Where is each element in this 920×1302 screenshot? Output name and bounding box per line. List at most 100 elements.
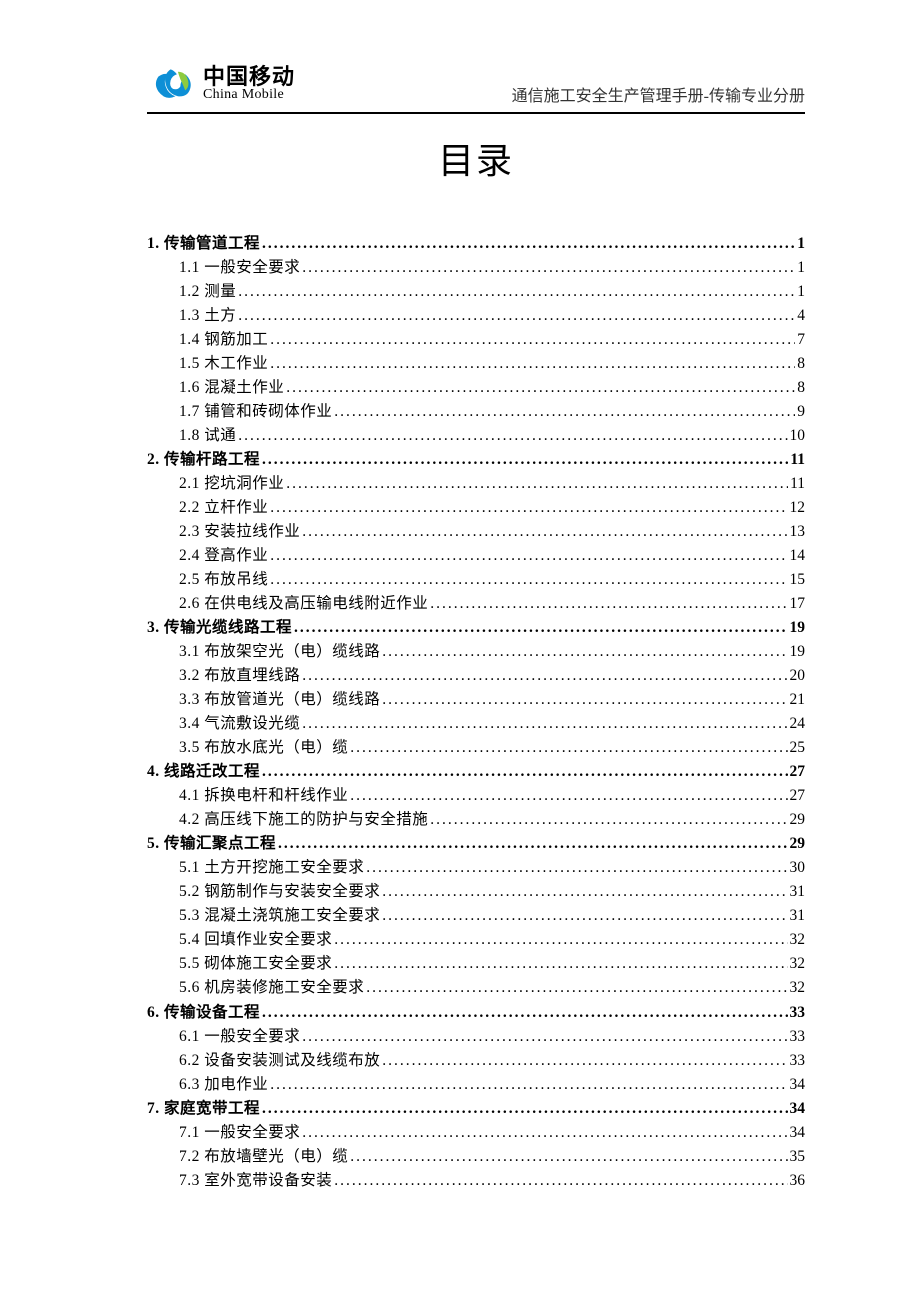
- toc-entry[interactable]: 5. 传输汇聚点工程 29: [147, 832, 805, 856]
- toc-page-number: 21: [790, 688, 806, 712]
- toc-entry[interactable]: 5.4 回填作业安全要求 32: [147, 928, 805, 952]
- toc-page-number: 32: [790, 928, 806, 952]
- toc-dots: [382, 688, 787, 712]
- toc-page-number: 19: [790, 640, 806, 664]
- toc-entry[interactable]: 2. 传输杆路工程 11: [147, 448, 805, 472]
- toc-page-number: 11: [790, 472, 805, 496]
- toc-dots: [302, 1121, 787, 1145]
- toc-label: 2.4 登高作业: [179, 544, 268, 568]
- toc-dots: [262, 1097, 787, 1121]
- toc-entry[interactable]: 3. 传输光缆线路工程 19: [147, 616, 805, 640]
- toc-dots: [238, 304, 795, 328]
- logo: 中国移动 China Mobile: [147, 62, 295, 106]
- toc-page-number: 34: [790, 1097, 806, 1121]
- toc-label: 3.2 布放直埋线路: [179, 664, 300, 688]
- toc-label: 5.5 砌体施工安全要求: [179, 952, 332, 976]
- toc-page-number: 20: [790, 664, 806, 688]
- toc-entry[interactable]: 2.4 登高作业14: [147, 544, 805, 568]
- toc-entry[interactable]: 1.8 试通10: [147, 424, 805, 448]
- toc-label: 5.4 回填作业安全要求: [179, 928, 332, 952]
- toc-dots: [270, 544, 787, 568]
- toc-dots: [262, 448, 788, 472]
- toc-label: 5. 传输汇聚点工程: [147, 832, 276, 856]
- toc-entry[interactable]: 7.3 室外宽带设备安装36: [147, 1169, 805, 1193]
- toc-entry[interactable]: 3.2 布放直埋线路 20: [147, 664, 805, 688]
- toc-entry[interactable]: 5.2 钢筋制作与安装安全要求 31: [147, 880, 805, 904]
- toc-entry[interactable]: 4.2 高压线下施工的防护与安全措施 29: [147, 808, 805, 832]
- toc-label: 1.3 土方: [179, 304, 236, 328]
- toc-entry[interactable]: 1.7 铺管和砖砌体作业9: [147, 400, 805, 424]
- toc-page-number: 33: [790, 1025, 806, 1049]
- toc-entry[interactable]: 1.2 测量1: [147, 280, 805, 304]
- toc-label: 4.1 拆换电杆和杆线作业: [179, 784, 348, 808]
- toc-entry[interactable]: 1.4 钢筋加工7: [147, 328, 805, 352]
- toc-entry[interactable]: 6.3 加电作业34: [147, 1073, 805, 1097]
- toc-label: 4.2 高压线下施工的防护与安全措施: [179, 808, 428, 832]
- toc-entry[interactable]: 1. 传输管道工程 1: [147, 232, 805, 256]
- toc-entry[interactable]: 2.6 在供电线及高压输电线附近作业17: [147, 592, 805, 616]
- toc-entry[interactable]: 5.6 机房装修施工安全要求32: [147, 976, 805, 1000]
- toc-label: 3.3 布放管道光（电）缆线路: [179, 688, 380, 712]
- toc-page-number: 1: [797, 280, 805, 304]
- toc-dots: [262, 232, 795, 256]
- toc-page-number: 29: [790, 808, 806, 832]
- toc-entry[interactable]: 4.1 拆换电杆和杆线作业 27: [147, 784, 805, 808]
- toc-entry[interactable]: 5.5 砌体施工安全要求32: [147, 952, 805, 976]
- toc-label: 3. 传输光缆线路工程: [147, 616, 292, 640]
- toc-entry[interactable]: 5.1 土方开挖施工安全要求30: [147, 856, 805, 880]
- toc-entry[interactable]: 5.3 混凝土浇筑施工安全要求31: [147, 904, 805, 928]
- toc-entry[interactable]: 2.5 布放吊线15: [147, 568, 805, 592]
- toc-entry[interactable]: 3.1 布放架空光（电）缆线路19: [147, 640, 805, 664]
- toc-label: 1. 传输管道工程: [147, 232, 260, 256]
- toc-dots: [382, 904, 787, 928]
- toc-label: 5.2 钢筋制作与安装安全要求: [179, 880, 380, 904]
- toc-entry[interactable]: 3.4 气流敷设光缆24: [147, 712, 805, 736]
- toc-label: 1.7 铺管和砖砌体作业: [179, 400, 332, 424]
- toc-dots: [278, 832, 787, 856]
- toc-label: 2.6 在供电线及高压输电线附近作业: [179, 592, 428, 616]
- toc-page-number: 8: [797, 352, 805, 376]
- toc-label: 2.1 挖坑洞作业: [179, 472, 284, 496]
- table-of-contents: 1. 传输管道工程 11.1 一般安全要求11.2 测量11.3 土方41.4 钢…: [147, 232, 805, 1193]
- toc-entry[interactable]: 1.3 土方4: [147, 304, 805, 328]
- toc-dots: [382, 880, 787, 904]
- toc-entry[interactable]: 3.3 布放管道光（电）缆线路 21: [147, 688, 805, 712]
- toc-entry[interactable]: 7.1 一般安全要求34: [147, 1121, 805, 1145]
- toc-label: 5.1 土方开挖施工安全要求: [179, 856, 364, 880]
- toc-dots: [270, 1073, 787, 1097]
- toc-entry[interactable]: 2.3 安装拉线作业13: [147, 520, 805, 544]
- toc-dots: [302, 664, 787, 688]
- toc-entry[interactable]: 1.5 木工作业 8: [147, 352, 805, 376]
- toc-page-number: 35: [790, 1145, 806, 1169]
- page-title: 目录: [147, 132, 805, 184]
- toc-page-number: 24: [790, 712, 806, 736]
- toc-label: 5.3 混凝土浇筑施工安全要求: [179, 904, 380, 928]
- toc-entry[interactable]: 1.6 混凝土作业8: [147, 376, 805, 400]
- toc-page-number: 19: [790, 616, 806, 640]
- toc-entry[interactable]: 4. 线路迁改工程27: [147, 760, 805, 784]
- toc-entry[interactable]: 1.1 一般安全要求1: [147, 256, 805, 280]
- toc-page-number: 36: [790, 1169, 806, 1193]
- toc-page-number: 11: [790, 448, 805, 472]
- toc-dots: [238, 424, 787, 448]
- toc-label: 5.6 机房装修施工安全要求: [179, 976, 364, 1000]
- toc-entry[interactable]: 2.1 挖坑洞作业 11: [147, 472, 805, 496]
- toc-entry[interactable]: 6. 传输设备工程33: [147, 1001, 805, 1025]
- toc-label: 1.5 木工作业: [179, 352, 268, 376]
- toc-entry[interactable]: 2.2 立杆作业12: [147, 496, 805, 520]
- toc-dots: [366, 856, 787, 880]
- toc-entry[interactable]: 7.2 布放墙壁光（电）缆35: [147, 1145, 805, 1169]
- toc-label: 3.5 布放水底光（电）缆: [179, 736, 348, 760]
- toc-entry[interactable]: 3.5 布放水底光（电）缆25: [147, 736, 805, 760]
- toc-label: 2. 传输杆路工程: [147, 448, 260, 472]
- toc-entry[interactable]: 7. 家庭宽带工程34: [147, 1097, 805, 1121]
- toc-page-number: 34: [790, 1121, 806, 1145]
- toc-page-number: 27: [790, 760, 806, 784]
- toc-page-number: 31: [790, 880, 806, 904]
- toc-page-number: 27: [790, 784, 806, 808]
- china-mobile-icon: [147, 62, 199, 106]
- toc-entry[interactable]: 6.1 一般安全要求33: [147, 1025, 805, 1049]
- toc-page-number: 1: [797, 232, 805, 256]
- toc-entry[interactable]: 6.2 设备安装测试及线缆布放33: [147, 1049, 805, 1073]
- toc-page-number: 29: [790, 832, 806, 856]
